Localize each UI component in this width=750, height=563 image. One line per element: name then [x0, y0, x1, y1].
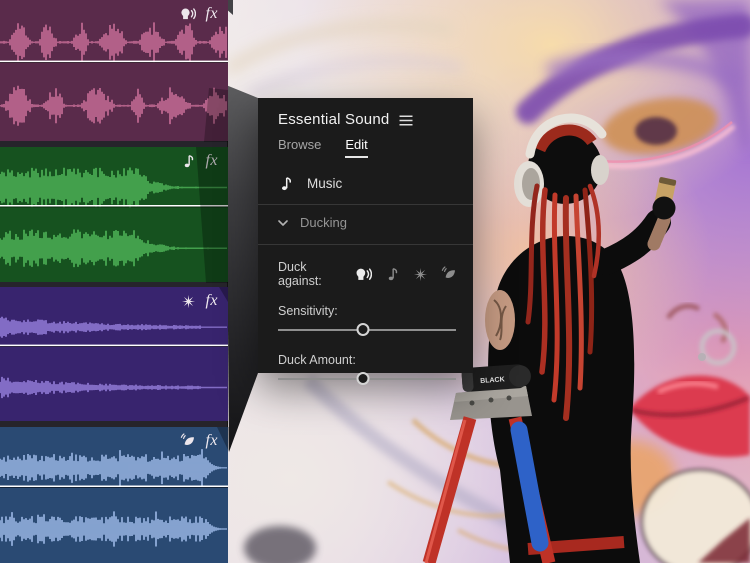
- ambience-leaf-icon: [180, 433, 196, 449]
- sensitivity-slider[interactable]: [278, 323, 456, 337]
- sensitivity-label: Sensitivity:: [278, 304, 338, 318]
- music-clip[interactable]: fx: [0, 147, 228, 282]
- glove: [652, 196, 676, 220]
- duck-against-music-icon[interactable]: [385, 266, 400, 282]
- volume-keyframe-line[interactable]: [0, 485, 228, 488]
- ducking-section-label: Ducking: [300, 215, 347, 230]
- panel-title: Essential Sound: [278, 111, 390, 128]
- duck-amount-slider[interactable]: [278, 372, 456, 386]
- music-note-icon: [181, 153, 196, 169]
- duck-amount-label: Duck Amount:: [278, 353, 356, 367]
- hamburger-menu-icon[interactable]: [399, 114, 413, 126]
- divider: [258, 244, 473, 245]
- timeline-track-column: fx fx fx fx: [0, 0, 228, 563]
- tab-browse[interactable]: Browse: [278, 137, 321, 158]
- volume-keyframe-line[interactable]: [0, 60, 228, 63]
- dialogue-icon: [179, 6, 197, 22]
- ambience-clip[interactable]: fx: [0, 427, 228, 563]
- slider-handle[interactable]: [356, 323, 370, 336]
- dialogue-clip[interactable]: fx: [0, 0, 228, 141]
- app-screenshot: BLACK fx fx fx fx Essential Sound Browse…: [0, 0, 750, 563]
- duck-against-label: Duck against:: [278, 260, 322, 288]
- clip-type-label: Music: [307, 176, 343, 191]
- volume-keyframe-line[interactable]: [0, 205, 228, 207]
- fx-badge: fx: [205, 292, 218, 309]
- fx-badge: fx: [205, 152, 218, 169]
- music-note-icon: [278, 175, 294, 192]
- divider: [258, 204, 473, 205]
- clip-type-music[interactable]: Music: [278, 175, 457, 192]
- fx-badge: fx: [205, 5, 218, 22]
- fx-badge: fx: [205, 432, 218, 449]
- slider-handle[interactable]: [356, 372, 370, 385]
- panel-tabs: Browse Edit: [278, 137, 457, 158]
- nose-ring: [699, 328, 737, 366]
- volume-keyframe-line[interactable]: [0, 344, 228, 347]
- duck-against-sfx-icon[interactable]: [413, 267, 428, 282]
- essential-sound-panel: Essential Sound Browse Edit Music Duckin…: [258, 98, 473, 385]
- ducking-section-header[interactable]: Ducking: [278, 215, 457, 232]
- sfx-star-icon: [181, 294, 196, 309]
- chevron-down-icon: [278, 220, 288, 227]
- duck-against-ambience-icon[interactable]: [441, 266, 457, 282]
- duck-against-row: Duck against:: [278, 260, 457, 288]
- duck-against-dialogue-icon[interactable]: [354, 266, 372, 283]
- tab-edit[interactable]: Edit: [345, 137, 368, 158]
- sfx-clip[interactable]: fx: [0, 287, 228, 421]
